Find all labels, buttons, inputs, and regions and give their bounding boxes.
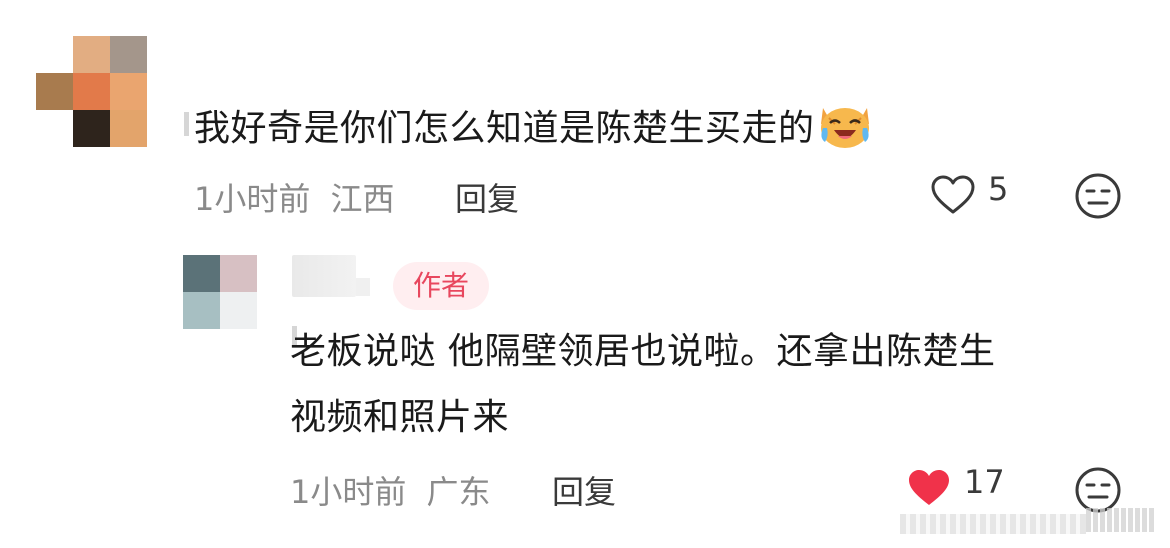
reply-like-count: 17 bbox=[964, 463, 1005, 501]
reply-username[interactable] bbox=[292, 255, 356, 297]
reply-button[interactable]: 回复 bbox=[455, 174, 519, 220]
reply-location: 广东 bbox=[426, 473, 491, 511]
author-badge: 作者 bbox=[393, 262, 489, 310]
comment-text: 我好奇是你们怎么知道是陈楚生买走的 bbox=[194, 98, 873, 155]
laughing-cat-icon bbox=[820, 108, 869, 148]
avatar[interactable] bbox=[36, 36, 147, 147]
reply-avatar[interactable] bbox=[183, 255, 257, 329]
timestamp: 1小时前 bbox=[194, 180, 311, 218]
comment-meta: 1小时前 江西 bbox=[194, 174, 395, 220]
reply-timestamp: 1小时前 bbox=[290, 473, 407, 511]
watermark-mark bbox=[1086, 505, 1160, 535]
liked-heart-icon[interactable] bbox=[906, 467, 952, 509]
reply-text-line1: 老板说哒 他隔壁领居也说啦。还拿出陈楚生 bbox=[290, 331, 996, 372]
watermark bbox=[900, 514, 1086, 534]
reply-text-line2: 视频和照片来 bbox=[290, 397, 510, 438]
username-remnant bbox=[184, 112, 189, 136]
reply-meta: 1小时前 广东 bbox=[290, 467, 491, 513]
reply-username-remnant bbox=[356, 278, 370, 296]
location: 江西 bbox=[330, 180, 395, 218]
like-count: 5 bbox=[988, 170, 1009, 208]
dislike-face-icon[interactable] bbox=[1074, 172, 1122, 220]
like-heart-icon[interactable] bbox=[930, 174, 976, 216]
reply-reply-button[interactable]: 回复 bbox=[552, 467, 616, 513]
